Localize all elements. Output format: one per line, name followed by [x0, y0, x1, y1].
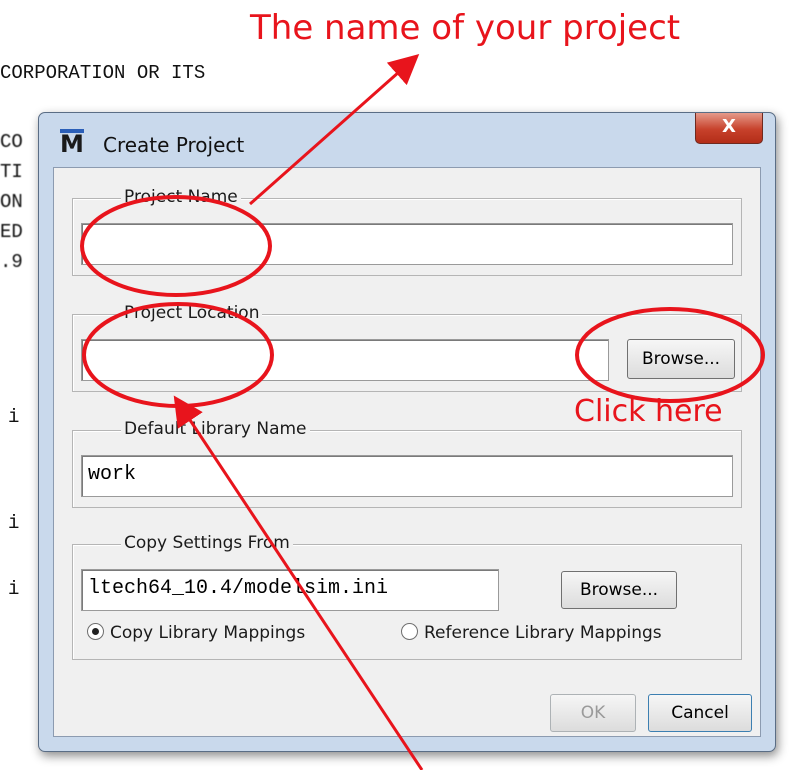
- dialog-title: Create Project: [103, 133, 245, 157]
- reference-library-mappings-radio[interactable]: Reference Library Mappings: [401, 623, 662, 643]
- radio-unselected-icon: [401, 623, 418, 640]
- default-library-label: Default Library Name: [121, 419, 310, 439]
- copy-settings-browse-button[interactable]: Browse...: [561, 571, 677, 609]
- close-button[interactable]: X: [695, 113, 763, 144]
- project-location-group: Project Location Browse...: [72, 303, 742, 392]
- default-library-input[interactable]: work: [81, 455, 733, 497]
- background-text-fragment: i: [8, 578, 20, 600]
- project-location-browse-button[interactable]: Browse...: [627, 339, 735, 379]
- copy-settings-group: Copy Settings From ltech64_10.4/modelsim…: [72, 533, 742, 660]
- project-name-group: Project Name: [72, 187, 742, 276]
- background-text-fragment: i: [8, 406, 20, 428]
- project-name-label: Project Name: [121, 187, 241, 207]
- background-text-fragment: TI: [0, 161, 23, 183]
- background-text-fragment: ED: [0, 221, 23, 243]
- copy-settings-label: Copy Settings From: [121, 533, 293, 553]
- copy-settings-input[interactable]: ltech64_10.4/modelsim.ini: [81, 569, 499, 611]
- project-location-input[interactable]: [81, 339, 609, 381]
- background-text-line: CORPORATION OR ITS: [0, 62, 206, 84]
- copy-library-mappings-radio[interactable]: Copy Library Mappings: [87, 623, 305, 643]
- background-text-fragment: ON: [0, 191, 23, 213]
- ok-button[interactable]: OK: [550, 694, 636, 732]
- background-text-fragment: .9: [0, 251, 23, 273]
- cancel-button[interactable]: Cancel: [648, 694, 752, 732]
- modelsim-logo-icon: M: [60, 129, 84, 158]
- radio-selected-icon: [87, 623, 104, 640]
- background-text-fragment: i: [8, 512, 20, 534]
- dialog-titlebar[interactable]: M Create Project X: [39, 113, 775, 167]
- browse-annotation: Click here: [574, 394, 723, 429]
- project-location-label: Project Location: [121, 303, 263, 323]
- reference-library-mappings-label: Reference Library Mappings: [424, 623, 662, 643]
- background-text-fragment: CO: [0, 131, 23, 153]
- default-library-group: Default Library Name work: [72, 419, 742, 508]
- project-name-input[interactable]: [81, 223, 733, 265]
- create-project-dialog: M Create Project X Project Name Project …: [38, 112, 776, 752]
- copy-library-mappings-label: Copy Library Mappings: [110, 623, 306, 643]
- project-name-annotation: The name of your project: [250, 8, 681, 48]
- dialog-client-area: Project Name Project Location Browse... …: [53, 167, 761, 737]
